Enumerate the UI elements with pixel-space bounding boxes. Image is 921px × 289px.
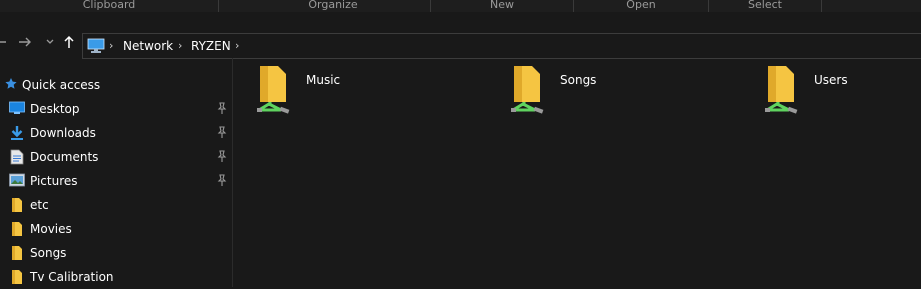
share-name: Users: [814, 73, 848, 87]
nav-item-label: Songs: [30, 246, 67, 260]
nav-item-label: Pictures: [30, 174, 78, 188]
network-share-folder-icon: [257, 66, 290, 114]
navigation-pane: Quick access Desktop Downloads Documents: [0, 68, 232, 287]
nav-item-label: Quick access: [22, 78, 101, 92]
ribbon-group-labels: Clipboard Organize New Open Select: [0, 0, 921, 12]
back-button[interactable]: [0, 34, 8, 50]
pin-icon[interactable]: [216, 125, 228, 139]
nav-item-label: Documents: [30, 150, 99, 164]
breadcrumb-chevron[interactable]: ›: [178, 38, 182, 54]
chevron-down-icon: [46, 39, 54, 44]
nav-item-label: Downloads: [30, 126, 96, 140]
file-list: Music Songs Users: [233, 58, 921, 287]
up-button[interactable]: [61, 34, 77, 50]
pin-icon[interactable]: [216, 173, 228, 187]
address-bar[interactable]: › Network › RYZEN ›: [82, 33, 921, 59]
nav-item-downloads[interactable]: Downloads: [0, 121, 232, 145]
ribbon-group-open: Open: [626, 0, 656, 11]
navigation-bar: › Network › RYZEN ›: [0, 12, 921, 59]
nav-item-label: Tv Calibration: [30, 270, 114, 284]
nav-item-quick-access[interactable]: Quick access: [0, 73, 232, 97]
breadcrumb-chevron[interactable]: ›: [109, 38, 113, 54]
arrow-up-icon: [64, 35, 74, 48]
nav-item-documents[interactable]: Documents: [0, 145, 232, 169]
nav-item-movies[interactable]: Movies: [0, 217, 232, 241]
network-share-folder-icon: [511, 66, 544, 114]
nav-item-desktop[interactable]: Desktop: [0, 97, 232, 121]
pin-icon[interactable]: [216, 149, 228, 163]
download-icon: [11, 126, 23, 140]
pin-icon[interactable]: [216, 101, 228, 115]
share-item-songs[interactable]: Songs: [510, 64, 740, 120]
nav-item-pictures[interactable]: Pictures: [0, 169, 232, 193]
breadcrumb-network[interactable]: Network: [123, 38, 173, 54]
nav-item-etc[interactable]: etc: [0, 193, 232, 217]
ribbon-separator: [821, 0, 822, 12]
pictures-icon: [9, 173, 25, 187]
forward-button[interactable]: [17, 34, 33, 50]
recent-locations-button[interactable]: [42, 34, 58, 50]
folder-icon: [12, 270, 22, 284]
ribbon-group-clipboard: Clipboard: [82, 0, 136, 11]
folder-icon: [12, 198, 22, 212]
document-icon: [10, 149, 24, 165]
nav-item-tv-calibration[interactable]: Tv Calibration: [0, 265, 232, 289]
ribbon-group-organize: Organize: [308, 0, 358, 11]
arrow-left-icon: [0, 41, 6, 43]
nav-item-label: Movies: [30, 222, 72, 236]
share-name: Songs: [560, 73, 597, 87]
nav-item-label: etc: [30, 198, 49, 212]
share-item-users[interactable]: Users: [764, 64, 921, 120]
folder-icon: [12, 222, 22, 236]
arrow-right-icon: [19, 37, 31, 47]
breadcrumb-ryzen[interactable]: RYZEN: [191, 38, 231, 54]
breadcrumb-chevron[interactable]: ›: [235, 38, 239, 54]
share-item-music[interactable]: Music: [256, 64, 486, 120]
star-icon: [5, 78, 17, 89]
computer-icon: [87, 38, 105, 53]
share-name: Music: [306, 73, 341, 87]
desktop-icon: [9, 101, 25, 114]
nav-item-label: Desktop: [30, 102, 80, 116]
network-share-folder-icon: [765, 66, 798, 114]
nav-item-songs[interactable]: Songs: [0, 241, 232, 265]
ribbon-group-new: New: [490, 0, 514, 11]
ribbon-group-select: Select: [748, 0, 782, 11]
folder-icon: [12, 246, 22, 260]
